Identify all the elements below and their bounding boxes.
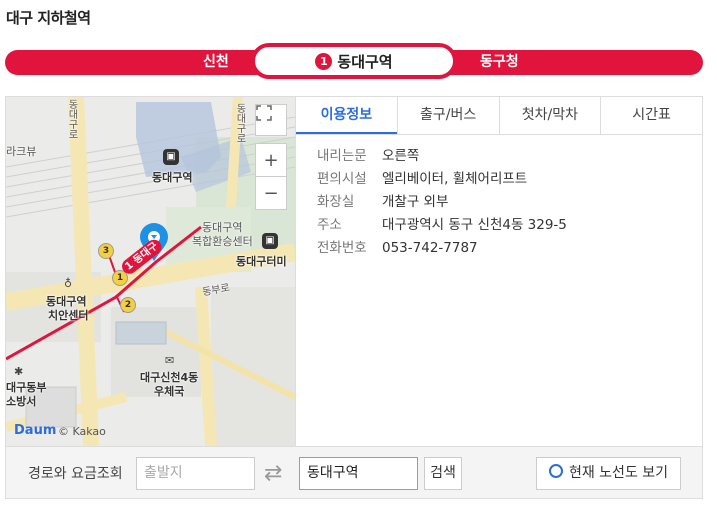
info-key: 주소: [317, 217, 342, 233]
daum-logo: Daum: [14, 423, 57, 438]
info-value: 대구광역시 동구 신천4동 329-5: [382, 217, 567, 233]
search-button[interactable]: 검색: [424, 457, 462, 490]
info-value: 오른쪽: [382, 148, 420, 164]
tab-exit-bus[interactable]: 출구/버스: [396, 97, 499, 134]
info-value: 엘리베이터, 휠체어리프트: [382, 171, 528, 187]
map-label-left-top: 라크뷰: [6, 145, 37, 158]
route-search-label: 경로와 요금조회: [28, 466, 123, 482]
info-key: 편의시설: [317, 171, 367, 187]
info-row: 전화번호 053-742-7787: [317, 237, 567, 260]
destination-input[interactable]: 동대구역: [299, 457, 418, 490]
map-label-fire-2: 소방서: [6, 395, 37, 408]
info-tabs: 이용정보 출구/버스 첫차/막차 시간표: [296, 97, 702, 135]
current-station: 1 동대구역: [251, 43, 457, 79]
zoom-in-button[interactable]: +: [255, 143, 287, 177]
tab-usage-info[interactable]: 이용정보: [296, 97, 397, 134]
map-label-police-2: 치안센터: [48, 309, 89, 322]
zoom-out-button[interactable]: −: [255, 176, 287, 210]
info-key: 전화번호: [317, 240, 367, 256]
current-station-name: 동대구역: [337, 52, 393, 71]
map-copyright: © Kakao: [58, 425, 106, 438]
info-row: 화장실 개찰구 외부: [317, 191, 567, 214]
exit-marker[interactable]: 3: [98, 243, 114, 259]
tab-timetable[interactable]: 시간표: [600, 97, 702, 134]
info-key: 내리는문: [317, 148, 367, 164]
train-station-icon: ▣: [163, 149, 179, 165]
map-label-post-2: 우체국: [154, 385, 185, 398]
post-office-icon: ✉: [165, 354, 175, 367]
map-label-transfer-center-2: 복합환승센터: [192, 235, 253, 248]
info-value: 053-742-7787: [382, 240, 478, 256]
info-row: 편의시설 엘리베이터, 휠체어리프트: [317, 168, 567, 191]
info-key: 화장실: [317, 194, 355, 210]
station-map[interactable]: 3 1 2 1 동대구 ▣ 동대구역 동대구역 복합환승센터 ▣ 동대구터미 ♁…: [6, 97, 296, 446]
map-label-road-left: 동대구로: [66, 99, 77, 139]
usage-info-list: 내리는문 오른쪽 편의시설 엘리베이터, 휠체어리프트 화장실 개찰구 외부 주소 대구…: [317, 145, 567, 260]
route-map-button[interactable]: 현재 노선도 보기: [536, 457, 681, 490]
page-title: 대구 지하철역: [6, 9, 91, 27]
route-map-label: 현재 노선도 보기: [568, 465, 669, 481]
route-search-bar: 경로와 요금조회 출발지 ⇄ 동대구역 검색 현재 노선도 보기: [5, 447, 703, 499]
map-label-bus-terminal: 동대구터미: [236, 255, 287, 268]
map-graphic: [6, 97, 295, 446]
fire-station-icon: ✱: [14, 365, 24, 378]
police-icon: ♁: [64, 277, 73, 290]
tab-first-last-train[interactable]: 첫차/막차: [498, 97, 601, 134]
swap-icon[interactable]: ⇄: [264, 461, 282, 486]
map-label-road-right: 동대구로: [234, 103, 245, 143]
exit-marker[interactable]: 2: [120, 297, 136, 313]
fullscreen-icon[interactable]: [255, 104, 287, 136]
station-panel: 3 1 2 1 동대구 ▣ 동대구역 동대구역 복합환승센터 ▣ 동대구터미 ♁…: [5, 96, 703, 447]
info-row: 내리는문 오른쪽: [317, 145, 567, 168]
info-value: 개찰구 외부: [382, 194, 449, 210]
next-station-link[interactable]: 동구청: [480, 50, 519, 75]
line-number-badge: 1: [315, 52, 333, 70]
zoom-search-icon: [548, 464, 563, 478]
bus-terminal-icon: ▣: [262, 233, 278, 249]
info-row: 주소 대구광역시 동구 신천4동 329-5: [317, 214, 567, 237]
origin-input[interactable]: 출발지: [136, 457, 255, 490]
prev-station-link[interactable]: 신천: [203, 50, 229, 75]
map-label-station: 동대구역: [152, 171, 193, 184]
